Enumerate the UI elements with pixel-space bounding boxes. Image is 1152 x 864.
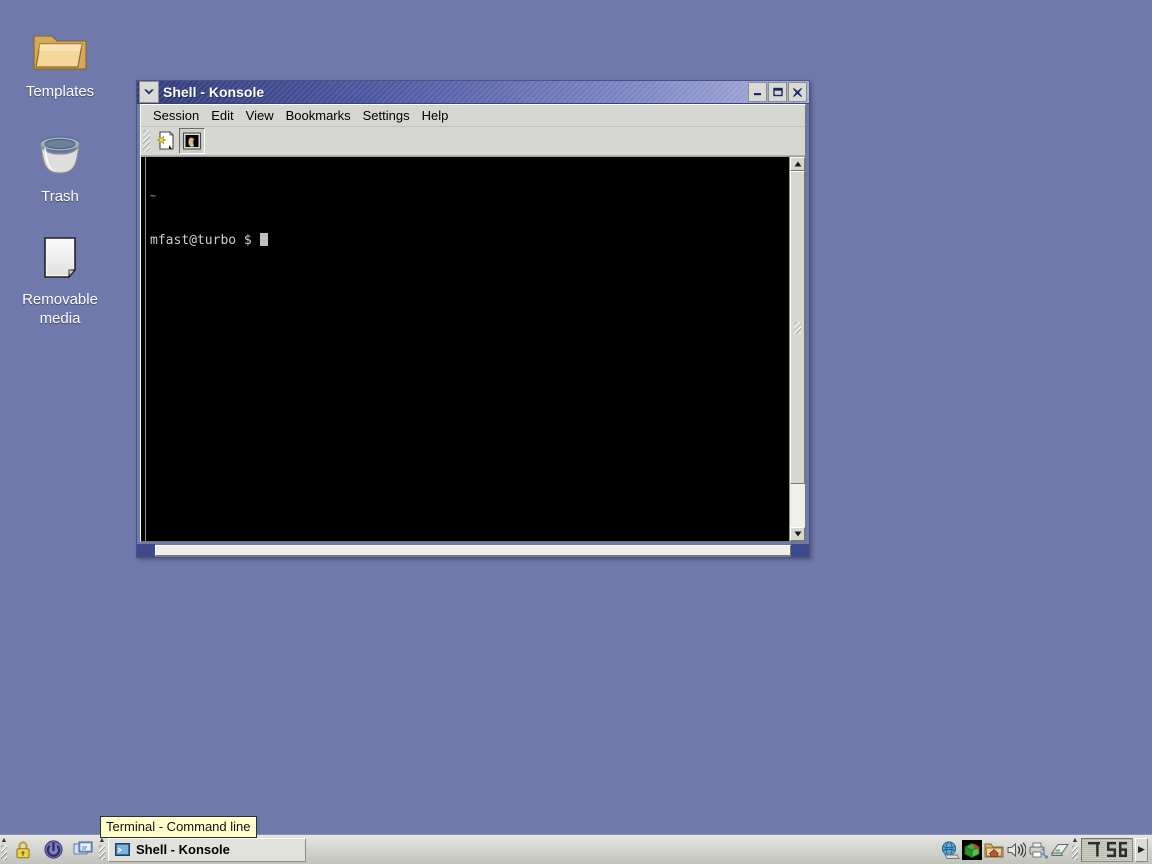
menu-item-session[interactable]: Session [147,106,205,125]
clock-handle-hatch [1072,845,1078,860]
desktop-icon-removable-media[interactable]: Removable media [6,222,114,330]
terminal-line: ~ [150,191,789,203]
show-desktop-button[interactable] [69,836,97,864]
terminal-prompt-line: mfast@turbo $ [150,233,789,248]
maximize-button[interactable] [768,82,787,102]
desktop-icon-templates[interactable]: Templates [6,14,114,103]
task-button-list: Shell - Konsole [106,838,937,862]
konsole-window-icon [115,843,130,856]
desktop-icon-area: Templates Trash Removable media [0,0,120,330]
taskbar-handle-hatch [99,845,105,860]
terminal-scrollbar[interactable] [789,157,805,541]
window-title: Shell - Konsole [163,84,264,100]
task-button-label: Shell - Konsole [136,842,230,857]
statusbar [155,545,791,556]
toolbar [141,127,805,156]
chevron-down-icon[interactable] [139,81,159,103]
shell-session-button[interactable] [179,128,205,154]
panel-drag-handle[interactable]: ▲ [0,836,8,863]
window-client-area: Session Edit View Bookmarks Settings Hel… [140,104,806,542]
desktop-icon-trash[interactable]: Trash [6,119,114,208]
terminal-area[interactable]: ~ mfast@turbo $ [141,156,805,541]
menu-item-bookmarks[interactable]: Bookmarks [280,106,357,125]
taskbar-drag-handle[interactable]: ▲ [98,836,106,863]
window-resize-strip[interactable] [137,542,809,557]
clock-drag-handle[interactable]: ▲ [1071,836,1079,863]
konsole-window[interactable]: Shell - Konsole Session Edit View [136,80,810,558]
menubar: Session Edit View Bookmarks Settings Hel… [141,105,805,127]
volume-icon[interactable] [1005,839,1027,861]
scrollbar-up-arrow[interactable] [790,157,805,171]
scrollbar-track[interactable] [790,171,805,527]
resize-grip-left[interactable] [137,544,155,557]
terminal-prompt-text: mfast@turbo $ [150,233,260,248]
scrollbar-down-arrow[interactable] [790,527,805,541]
clock[interactable] [1081,838,1133,862]
terminal-cursor [260,233,268,246]
scrollbar-thumb[interactable] [790,171,805,484]
desktop-icon-label: Trash [6,187,114,206]
tray-expand-button[interactable]: ▶ [1135,838,1148,862]
taskbar-collapse-arrow: ▲ [99,837,106,844]
task-button-shell-konsole[interactable]: Shell - Konsole [108,838,306,862]
clock-collapse-arrow: ▲ [1072,837,1079,844]
close-button[interactable] [788,82,807,102]
home-folder-icon[interactable] [983,839,1005,861]
menu-item-settings[interactable]: Settings [357,106,416,125]
minimize-button[interactable] [748,82,767,102]
klipper-clipboard-icon[interactable] [1049,839,1071,861]
desktop-icon-label: Removable media [6,290,114,328]
resize-grip-right[interactable] [791,544,809,557]
menu-item-help[interactable]: Help [416,106,455,125]
toolbar-drag-handle[interactable] [143,130,150,152]
panel-handle-hatch [1,845,7,860]
menu-item-view[interactable]: View [240,106,280,125]
printer-icon[interactable] [1027,839,1049,861]
system-tray: ▲ [937,837,1152,863]
folder-icon [6,20,114,80]
taskbar-tooltip: Terminal - Command line [100,816,257,838]
package-updates-icon[interactable] [961,839,983,861]
lock-screen-button[interactable] [9,836,37,864]
clock-lcd-digits [1085,841,1129,859]
removable-media-icon [6,228,114,288]
new-session-button[interactable] [152,128,178,154]
trash-icon [6,125,114,185]
window-frame: Shell - Konsole Session Edit View [136,80,810,558]
desktop-icon-label: Templates [6,82,114,101]
taskbar: ▲ ▲ [0,834,1152,864]
network-globe-icon[interactable] [939,839,961,861]
window-titlebar[interactable]: Shell - Konsole [137,81,809,104]
window-controls [748,82,807,102]
menu-item-edit[interactable]: Edit [205,106,239,125]
terminal-screen[interactable]: ~ mfast@turbo $ [146,157,789,541]
logout-button[interactable] [39,836,67,864]
scrollbar-thumb-grip [794,322,801,334]
panel-collapse-arrow: ▲ [1,837,8,844]
